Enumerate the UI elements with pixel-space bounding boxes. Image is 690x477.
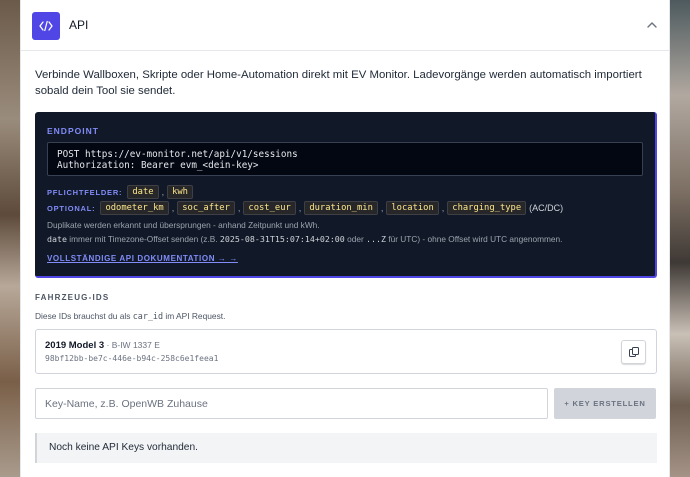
- api-section-header[interactable]: API: [21, 0, 669, 51]
- field-chip: location: [386, 201, 439, 215]
- note-text: oder: [344, 234, 367, 244]
- section-title: API: [69, 18, 89, 32]
- api-panel: API Verbinde Wallboxen, Skripte oder Hom…: [20, 0, 670, 477]
- empty-keys-message: Noch keine API Keys vorhanden.: [35, 433, 657, 463]
- vehicle-id: 98bf12bb-be7c-446e-b94c-258c6e1feea1: [45, 354, 219, 363]
- chevron-up-icon[interactable]: [645, 18, 659, 32]
- field-chip: duration_min: [304, 201, 378, 215]
- api-docs-link[interactable]: VOLLSTÄNDIGE API DOKUMENTATION → →: [47, 254, 238, 263]
- note-code: 2025-08-31T15:07:14+02:00: [219, 234, 345, 244]
- copy-id-button[interactable]: [621, 340, 646, 364]
- vehicle-name: 2019 Model 3 · B-IW 1337 E: [45, 340, 160, 351]
- separator: ,: [298, 203, 302, 213]
- optional-fields-row: OPTIONAL: odometer_km , soc_after , cost…: [47, 201, 563, 215]
- optional-label: OPTIONAL:: [47, 203, 96, 213]
- field-chip: charging_type: [447, 201, 527, 215]
- separator: ,: [441, 203, 445, 213]
- endpoint-label: ENDPOINT: [47, 126, 99, 136]
- note-code: date: [47, 234, 67, 244]
- endpoint-code-block: POST https://ev-monitor.net/api/v1/sessi…: [47, 142, 643, 176]
- field-chip: odometer_km: [100, 201, 169, 215]
- separator: ,: [161, 187, 165, 197]
- create-key-button[interactable]: + KEY ERSTELLEN: [554, 388, 656, 419]
- note-text: für UTC) - ohne Offset wird UTC angenomm…: [386, 234, 563, 244]
- vehicle-ids-heading: FAHRZEUG-IDS: [35, 293, 110, 302]
- charging-type-hint: (AC/DC): [529, 203, 564, 213]
- copy-icon: [628, 347, 639, 357]
- intro-text: Verbinde Wallboxen, Skripte oder Home-Au…: [35, 69, 642, 97]
- field-chip: date: [127, 185, 159, 199]
- separator: ,: [171, 203, 175, 213]
- note-code: ...Z: [366, 234, 387, 244]
- request-line: POST https://ev-monitor.net/api/v1/sessi…: [57, 149, 298, 160]
- field-chip: cost_eur: [243, 201, 296, 215]
- background-photo-left: [0, 0, 20, 477]
- subtitle-text: Diese IDs brauchst du als: [35, 311, 133, 321]
- separator: ,: [380, 203, 384, 213]
- code-icon: [32, 12, 60, 40]
- duplicates-note: Duplikate werden erkannt und übersprunge…: [47, 220, 320, 230]
- code-brackets-glyph: [39, 20, 53, 32]
- subtitle-text: im API Request.: [163, 311, 226, 321]
- vehicle-card: 2019 Model 3 · B-IW 1337 E 98bf12bb-be7c…: [35, 329, 657, 374]
- vehicle-plate: · B-IW 1337 E: [104, 340, 160, 350]
- timezone-note: date immer mit Timezone-Offset senden (z…: [47, 234, 562, 244]
- separator: ,: [237, 203, 241, 213]
- vehicle-ids-subtitle: Diese IDs brauchst du als car_id im API …: [35, 311, 225, 321]
- background-photo-right: [668, 0, 690, 477]
- field-chip: kwh: [167, 185, 193, 199]
- vehicle-model: 2019 Model 3: [45, 340, 105, 351]
- field-chip: soc_after: [177, 201, 235, 215]
- required-label: PFLICHTFELDER:: [47, 187, 123, 197]
- note-text: immer mit Timezone-Offset senden (z.B.: [66, 234, 220, 244]
- endpoint-card: ENDPOINT POST https://ev-monitor.net/api…: [35, 112, 657, 278]
- subtitle-code: car_id: [132, 311, 164, 321]
- key-name-input[interactable]: [35, 388, 548, 419]
- required-fields-row: PFLICHTFELDER: date , kwh: [47, 185, 193, 199]
- auth-line: Authorization: Bearer evm_<dein-key>: [57, 160, 259, 171]
